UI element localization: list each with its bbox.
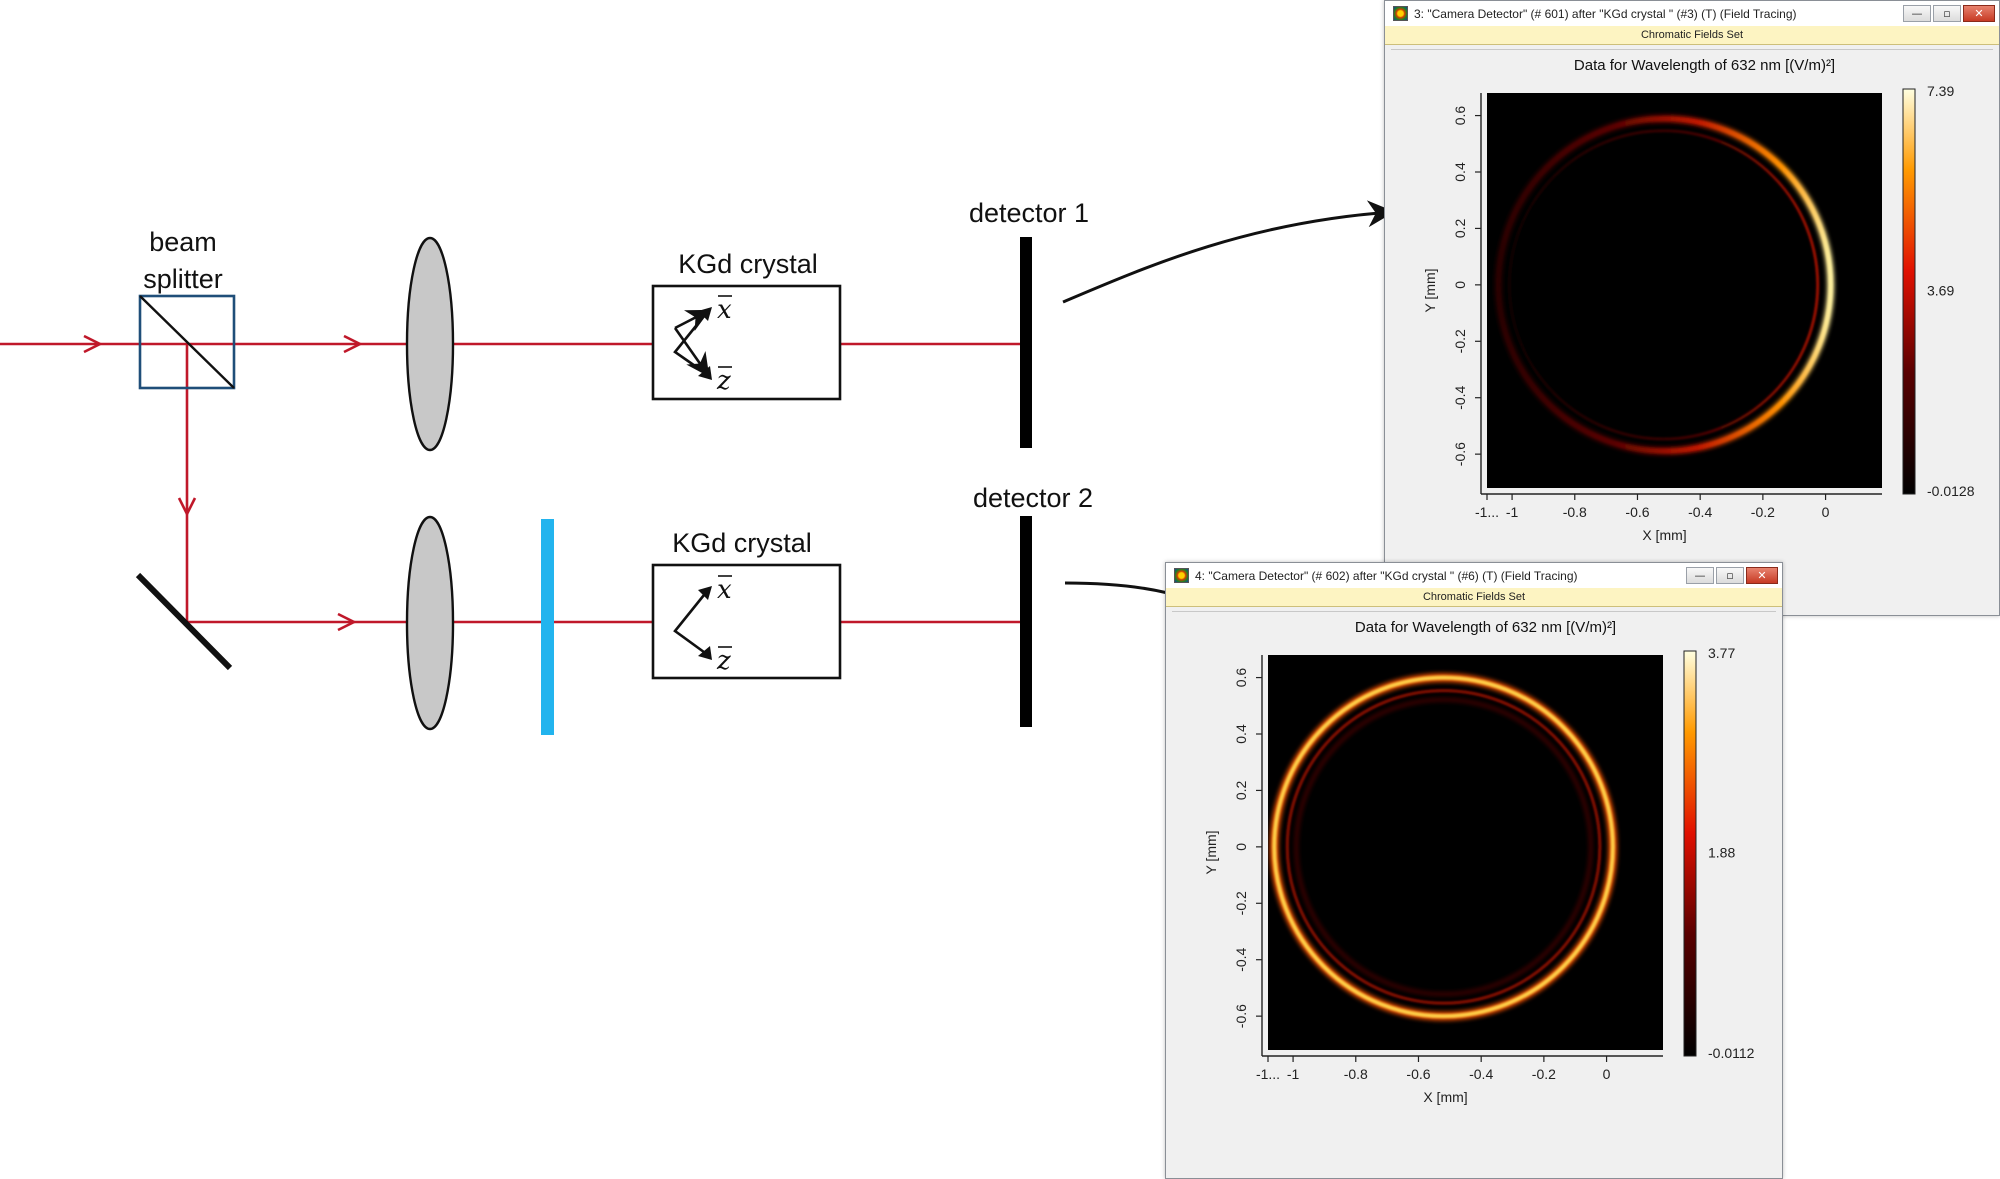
window-1-title: 3: "Camera Detector" (# 601) after "KGd … (1414, 6, 1797, 21)
x-axis-label: X [mm] (1642, 527, 1686, 543)
colorbar-label-max: 3.77 (1708, 645, 1735, 661)
split-beam-path (177, 344, 1028, 632)
field-window-2[interactable]: 4: "Camera Detector" (# 602) after "KGd … (1165, 562, 1783, 1179)
x-tick-label: -0.6 (1406, 1066, 1430, 1082)
x-tick-label: -0.6 (1625, 504, 1649, 520)
lens-bottom (405, 515, 455, 731)
x-tick-label: 0 (1822, 504, 1830, 520)
y-axis-label: Y [mm] (1203, 830, 1219, 874)
y-tick-label: 0.6 (1233, 668, 1249, 688)
detector-1-arrow (1062, 200, 1395, 304)
colorbar (1683, 650, 1697, 1057)
window-1-titlebar[interactable]: 3: "Camera Detector" (# 601) after "KGd … (1385, 1, 1999, 26)
x-tick-label: -0.4 (1688, 504, 1712, 520)
colorbar (1902, 88, 1916, 495)
x-tick-label: -0.4 (1469, 1066, 1493, 1082)
x-tick-label: -1 (1287, 1066, 1300, 1082)
x-tick-label: -1... (1475, 504, 1499, 520)
window-1-subtitle: Chromatic Fields Set (1385, 26, 1999, 45)
y-tick-label: 0.4 (1452, 162, 1468, 182)
axis-z-label-bottom: z (716, 646, 731, 676)
x-tick-label: -0.8 (1344, 1066, 1368, 1082)
window-1-plot-area: Data for Wavelength of 632 nm [(V/m)²] -1… (1391, 49, 1993, 615)
x-tick-label: -0.8 (1563, 504, 1587, 520)
plot-title: Data for Wavelength of 632 nm [(V/m)²] (1574, 57, 1835, 74)
y-tick-label: -0.2 (1452, 329, 1468, 353)
y-tick-label: 0.2 (1452, 218, 1468, 238)
y-tick-label: -0.6 (1452, 442, 1468, 466)
y-tick-label: -0.4 (1233, 947, 1249, 971)
y-tick-label: 0 (1233, 843, 1249, 851)
close-button[interactable]: ✕ (1963, 5, 1995, 22)
window-2-subtitle: Chromatic Fields Set (1166, 588, 1782, 607)
y-tick-label: 0 (1452, 281, 1468, 289)
colorbar-label-min: -0.0128 (1927, 483, 1975, 499)
detector-1 (1020, 237, 1032, 448)
app-icon (1174, 568, 1189, 583)
x-axis-label: X [mm] (1423, 1089, 1467, 1105)
colorbar-label-mid: 1.88 (1708, 845, 1735, 861)
x-tick-label: -0.2 (1751, 504, 1775, 520)
detector-2-label: detector 2 (973, 483, 1093, 513)
y-axis-label: Y [mm] (1422, 268, 1438, 312)
minimize-button[interactable]: — (1903, 5, 1931, 22)
x-tick-label: -1 (1506, 504, 1519, 520)
plot-title: Data for Wavelength of 632 nm [(V/m)²] (1355, 619, 1616, 636)
window-2-plot: Data for Wavelength of 632 nm [(V/m)²] -1… (1203, 619, 1755, 1105)
app-icon (1393, 6, 1408, 21)
minimize-button[interactable]: — (1686, 567, 1714, 584)
y-tick-label: 0.4 (1233, 724, 1249, 744)
window-2-plot-area: Data for Wavelength of 632 nm [(V/m)²] -1… (1172, 611, 1776, 1178)
crystal-top-label: KGd crystal (678, 249, 818, 279)
beam-splitter-label-2: splitter (143, 264, 223, 294)
crystal-bottom-label: KGd crystal (672, 528, 812, 558)
colorbar-label-mid: 3.69 (1927, 283, 1954, 299)
field-image (1487, 93, 1882, 488)
window-2-titlebar[interactable]: 4: "Camera Detector" (# 602) after "KGd … (1166, 563, 1782, 588)
close-button[interactable]: ✕ (1746, 567, 1778, 584)
y-tick-label: -0.4 (1452, 385, 1468, 409)
axis-x-label-bottom: x (717, 575, 732, 605)
x-tick-label: 0 (1603, 1066, 1611, 1082)
upper-beam-path (0, 334, 1028, 354)
window-2-title: 4: "Camera Detector" (# 602) after "KGd … (1195, 568, 1578, 583)
y-tick-label: -0.2 (1233, 891, 1249, 915)
maximize-button[interactable]: ▫ (1933, 5, 1961, 22)
axis-z-label-top: z (716, 366, 731, 396)
wave-plate (541, 519, 554, 735)
y-tick-label: -0.6 (1233, 1004, 1249, 1028)
detector-1-label: detector 1 (969, 198, 1089, 228)
window-1-plot: Data for Wavelength of 632 nm [(V/m)²] -1… (1422, 57, 1975, 543)
colorbar-label-max: 7.39 (1927, 83, 1954, 99)
beam-splitter-label-1: beam (149, 227, 217, 257)
detector-2 (1020, 516, 1032, 727)
y-tick-label: 0.6 (1452, 106, 1468, 126)
field-window-1[interactable]: 3: "Camera Detector" (# 601) after "KGd … (1384, 0, 2000, 616)
colorbar-label-min: -0.0112 (1708, 1045, 1755, 1061)
x-tick-label: -0.2 (1532, 1066, 1556, 1082)
maximize-button[interactable]: ▫ (1716, 567, 1744, 584)
y-tick-label: 0.2 (1233, 780, 1249, 800)
axis-x-label-top: x (717, 295, 732, 325)
x-tick-label: -1... (1256, 1066, 1280, 1082)
lens-top (405, 236, 455, 452)
